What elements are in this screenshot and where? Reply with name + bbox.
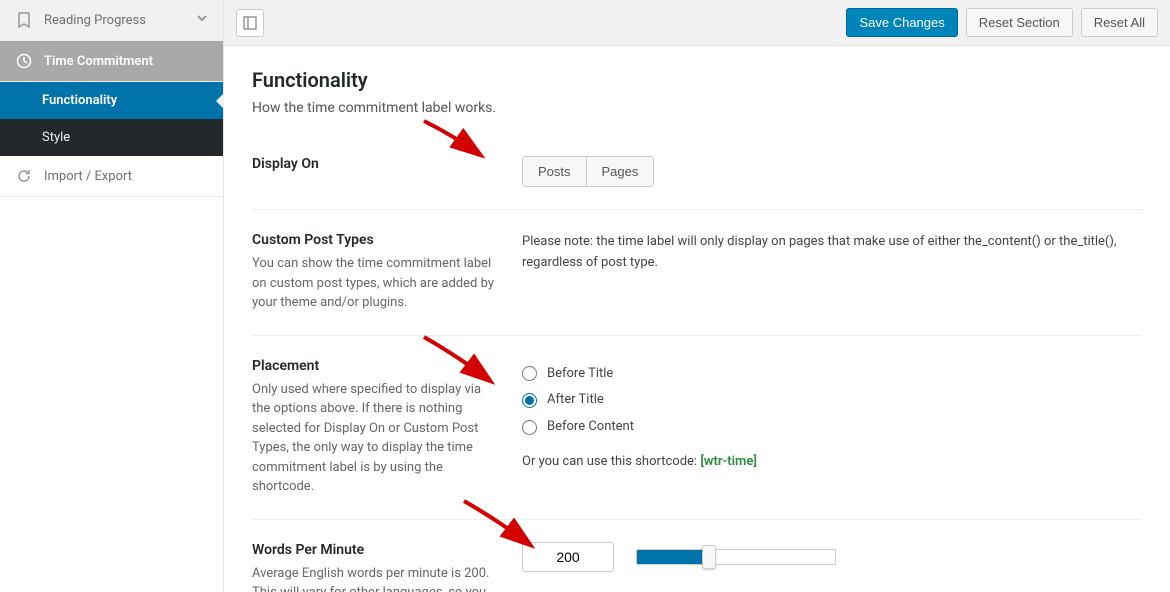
custom-post-types-note: Please note: the time label will only di… [522,234,1116,270]
sidebar-item-time-commitment[interactable]: Time Commitment [0,41,223,82]
slider-thumb[interactable] [702,545,716,569]
radio-input-before-content[interactable] [522,420,537,435]
display-on-toggle-group: Posts Pages [522,156,654,187]
reset-all-button[interactable]: Reset All [1081,8,1158,37]
radio-input-before-title[interactable] [522,366,537,381]
display-on-pages-button[interactable]: Pages [586,157,654,186]
sidebar-item-label: Functionality [42,93,117,108]
sidebar-sub-style[interactable]: Style [0,119,223,156]
field-placement: Placement Only used where specified to d… [252,336,1142,520]
radio-after-title[interactable]: After Title [522,390,1142,411]
field-label: Words Per Minute [252,542,500,558]
radio-label: After Title [547,390,604,411]
content-area: Functionality How the time commitment la… [224,46,1170,592]
sidebar-sub-functionality[interactable]: Functionality [0,82,223,119]
radio-before-title[interactable]: Before Title [522,364,1142,385]
clock-icon [14,52,34,70]
section-title: Functionality [252,68,1142,92]
radio-before-content[interactable]: Before Content [522,417,1142,438]
sidebar-item-label: Time Commitment [44,54,153,69]
field-label: Display On [252,156,500,172]
shortcode-note: Or you can use this shortcode: [wtr-time… [522,452,1142,473]
sidebar-item-label: Style [42,130,70,145]
field-custom-post-types: Custom Post Types You can show the time … [252,210,1142,336]
save-changes-button[interactable]: Save Changes [846,8,957,37]
shortcode-value: [wtr-time] [700,454,757,469]
radio-input-after-title[interactable] [522,393,537,408]
topbar: Save Changes Reset Section Reset All [224,0,1170,46]
radio-label: Before Content [547,417,634,438]
chevron-down-icon [195,11,209,29]
field-display-on: Display On Posts Pages [252,134,1142,210]
field-help: Average English words per minute is 200.… [252,564,500,592]
main-panel: Save Changes Reset Section Reset All Fun… [224,0,1170,592]
display-on-posts-button[interactable]: Posts [523,157,586,186]
wpm-slider[interactable] [636,548,836,566]
sidebar: Reading Progress Time Commitment Functio… [0,0,224,592]
sidebar-item-label: Reading Progress [44,13,146,28]
field-help: You can show the time commitment label o… [252,254,500,313]
section-description: How the time commitment label works. [252,100,1142,116]
field-label: Placement [252,358,500,374]
field-help: Only used where specified to display via… [252,380,500,497]
collapse-sidebar-button[interactable] [236,9,264,37]
field-words-per-minute: Words Per Minute Average English words p… [252,520,1142,592]
sidebar-item-import-export[interactable]: Import / Export [0,156,223,197]
field-label: Custom Post Types [252,232,500,248]
radio-label: Before Title [547,364,613,385]
reset-section-button[interactable]: Reset Section [966,8,1073,37]
bookmark-icon [14,11,34,29]
wpm-input[interactable] [522,542,614,572]
sidebar-item-label: Import / Export [44,169,132,184]
refresh-icon [14,167,34,185]
sidebar-item-reading-progress[interactable]: Reading Progress [0,0,223,41]
